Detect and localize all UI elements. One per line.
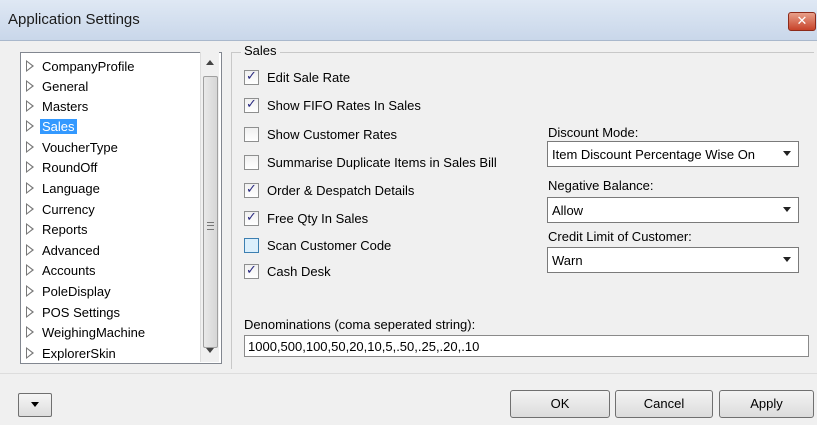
negative-balance-label: Negative Balance: — [548, 178, 654, 193]
summarise-duplicate-items-checkbox[interactable] — [244, 154, 259, 170]
discount-mode-select[interactable]: Item Discount Percentage Wise On — [547, 141, 799, 167]
discount-mode-label: Discount Mode: — [548, 125, 639, 140]
expand-arrow-icon[interactable] — [26, 203, 34, 215]
scroll-down-icon[interactable] — [206, 348, 214, 353]
free-qty-in-sales-option[interactable]: Free Qty In Sales — [244, 208, 368, 228]
cancel-button[interactable]: Cancel — [615, 390, 713, 418]
order-despatch-details-checkbox[interactable] — [244, 181, 259, 198]
expand-arrow-icon[interactable] — [26, 60, 34, 72]
cash-desk-option[interactable]: Cash Desk — [244, 261, 331, 281]
sales-group-title: Sales — [241, 43, 280, 58]
summarise-duplicate-items-option[interactable]: Summarise Duplicate Items in Sales Bill — [244, 152, 497, 172]
tree-item-advanced[interactable]: Advanced — [21, 240, 100, 260]
tree-scrollbar[interactable] — [200, 52, 219, 362]
chevron-down-icon — [783, 207, 791, 212]
expand-arrow-icon[interactable] — [26, 326, 34, 338]
tree-item-roundoff[interactable]: RoundOff — [21, 157, 97, 177]
close-icon: ✕ — [796, 13, 808, 28]
options-dropdown-button[interactable] — [18, 393, 52, 417]
expand-arrow-icon[interactable] — [26, 306, 34, 318]
expand-arrow-icon[interactable] — [26, 80, 34, 92]
denominations-input[interactable]: 1000,500,100,50,20,10,5,.50,.25,.20,.10 — [244, 335, 809, 357]
expand-arrow-icon[interactable] — [26, 285, 34, 297]
expand-arrow-icon[interactable] — [26, 223, 34, 235]
tree-item-language[interactable]: Language — [21, 178, 100, 198]
expand-arrow-icon[interactable] — [26, 141, 34, 153]
ok-button[interactable]: OK — [510, 390, 610, 418]
tree-item-general[interactable]: General — [21, 76, 88, 96]
credit-limit-label: Credit Limit of Customer: — [548, 229, 692, 244]
checkbox-label: Edit Sale Rate — [267, 69, 351, 85]
expand-arrow-icon[interactable] — [26, 264, 34, 276]
close-button[interactable]: ✕ — [788, 12, 816, 31]
tree-item-masters[interactable]: Masters — [21, 96, 88, 116]
scan-customer-code-option[interactable]: Scan Customer Code — [244, 235, 391, 255]
free-qty-in-sales-checkbox[interactable] — [244, 209, 259, 226]
tree-item-poledisplay[interactable]: PoleDisplay — [21, 281, 111, 301]
tree-item-pos-settings[interactable]: POS Settings — [21, 302, 120, 322]
checkbox-label: Show Customer Rates — [267, 126, 398, 142]
chevron-down-icon — [783, 257, 791, 262]
negative-balance-value: Allow — [552, 202, 584, 218]
expand-arrow-icon[interactable] — [26, 347, 34, 359]
apply-button[interactable]: Apply — [719, 390, 814, 418]
chevron-down-icon — [31, 402, 39, 407]
tree-item-reports[interactable]: Reports — [21, 219, 88, 239]
expand-arrow-icon[interactable] — [26, 244, 34, 256]
negative-balance-select[interactable]: Allow — [547, 197, 799, 223]
tree-item-accounts[interactable]: Accounts — [21, 260, 95, 280]
tree-item-sales[interactable]: Sales — [21, 116, 77, 136]
denominations-label: Denominations (coma seperated string): — [244, 317, 476, 332]
tree-item-explorerskin[interactable]: ExplorerSkin — [21, 343, 116, 363]
title-bar: Application Settings ✕ — [0, 0, 817, 41]
show-fifo-rates-checkbox[interactable] — [244, 96, 259, 113]
scan-customer-code-checkbox[interactable] — [244, 237, 259, 253]
cash-desk-checkbox[interactable] — [244, 262, 259, 279]
checkbox-label: Summarise Duplicate Items in Sales Bill — [267, 154, 497, 170]
scrollbar-thumb[interactable] — [203, 76, 218, 348]
discount-mode-value: Item Discount Percentage Wise On — [552, 146, 756, 162]
grip-icon — [207, 222, 214, 230]
credit-limit-value: Warn — [552, 252, 583, 268]
show-customer-rates-option[interactable]: Show Customer Rates — [244, 124, 397, 144]
window-title: Application Settings — [8, 11, 140, 28]
show-fifo-rates-option[interactable]: Show FIFO Rates In Sales — [244, 95, 421, 115]
tree-item-companyprofile[interactable]: CompanyProfile — [21, 56, 135, 76]
expand-arrow-icon[interactable] — [26, 120, 34, 132]
settings-tree: CompanyProfile General Masters Sales Vou… — [20, 52, 222, 364]
tree-item-currency[interactable]: Currency — [21, 199, 95, 219]
checkbox-label: Scan Customer Code — [267, 237, 392, 253]
edit-sale-rate-checkbox[interactable] — [244, 68, 259, 85]
footer-separator — [0, 373, 817, 374]
checkbox-label: Order & Despatch Details — [267, 182, 415, 198]
checkbox-label: Show FIFO Rates In Sales — [267, 97, 421, 113]
expand-arrow-icon[interactable] — [26, 100, 34, 112]
checkbox-label: Cash Desk — [267, 263, 331, 279]
tree-item-vouchertype[interactable]: VoucherType — [21, 137, 118, 157]
order-despatch-details-option[interactable]: Order & Despatch Details — [244, 180, 414, 200]
expand-arrow-icon[interactable] — [26, 182, 34, 194]
show-customer-rates-checkbox[interactable] — [244, 126, 259, 142]
expand-arrow-icon[interactable] — [26, 161, 34, 173]
tree-item-weighingmachine[interactable]: WeighingMachine — [21, 322, 145, 342]
scroll-up-icon[interactable] — [206, 60, 214, 65]
checkbox-label: Free Qty In Sales — [267, 210, 369, 226]
chevron-down-icon — [783, 151, 791, 156]
credit-limit-select[interactable]: Warn — [547, 247, 799, 273]
edit-sale-rate-option[interactable]: Edit Sale Rate — [244, 67, 350, 87]
